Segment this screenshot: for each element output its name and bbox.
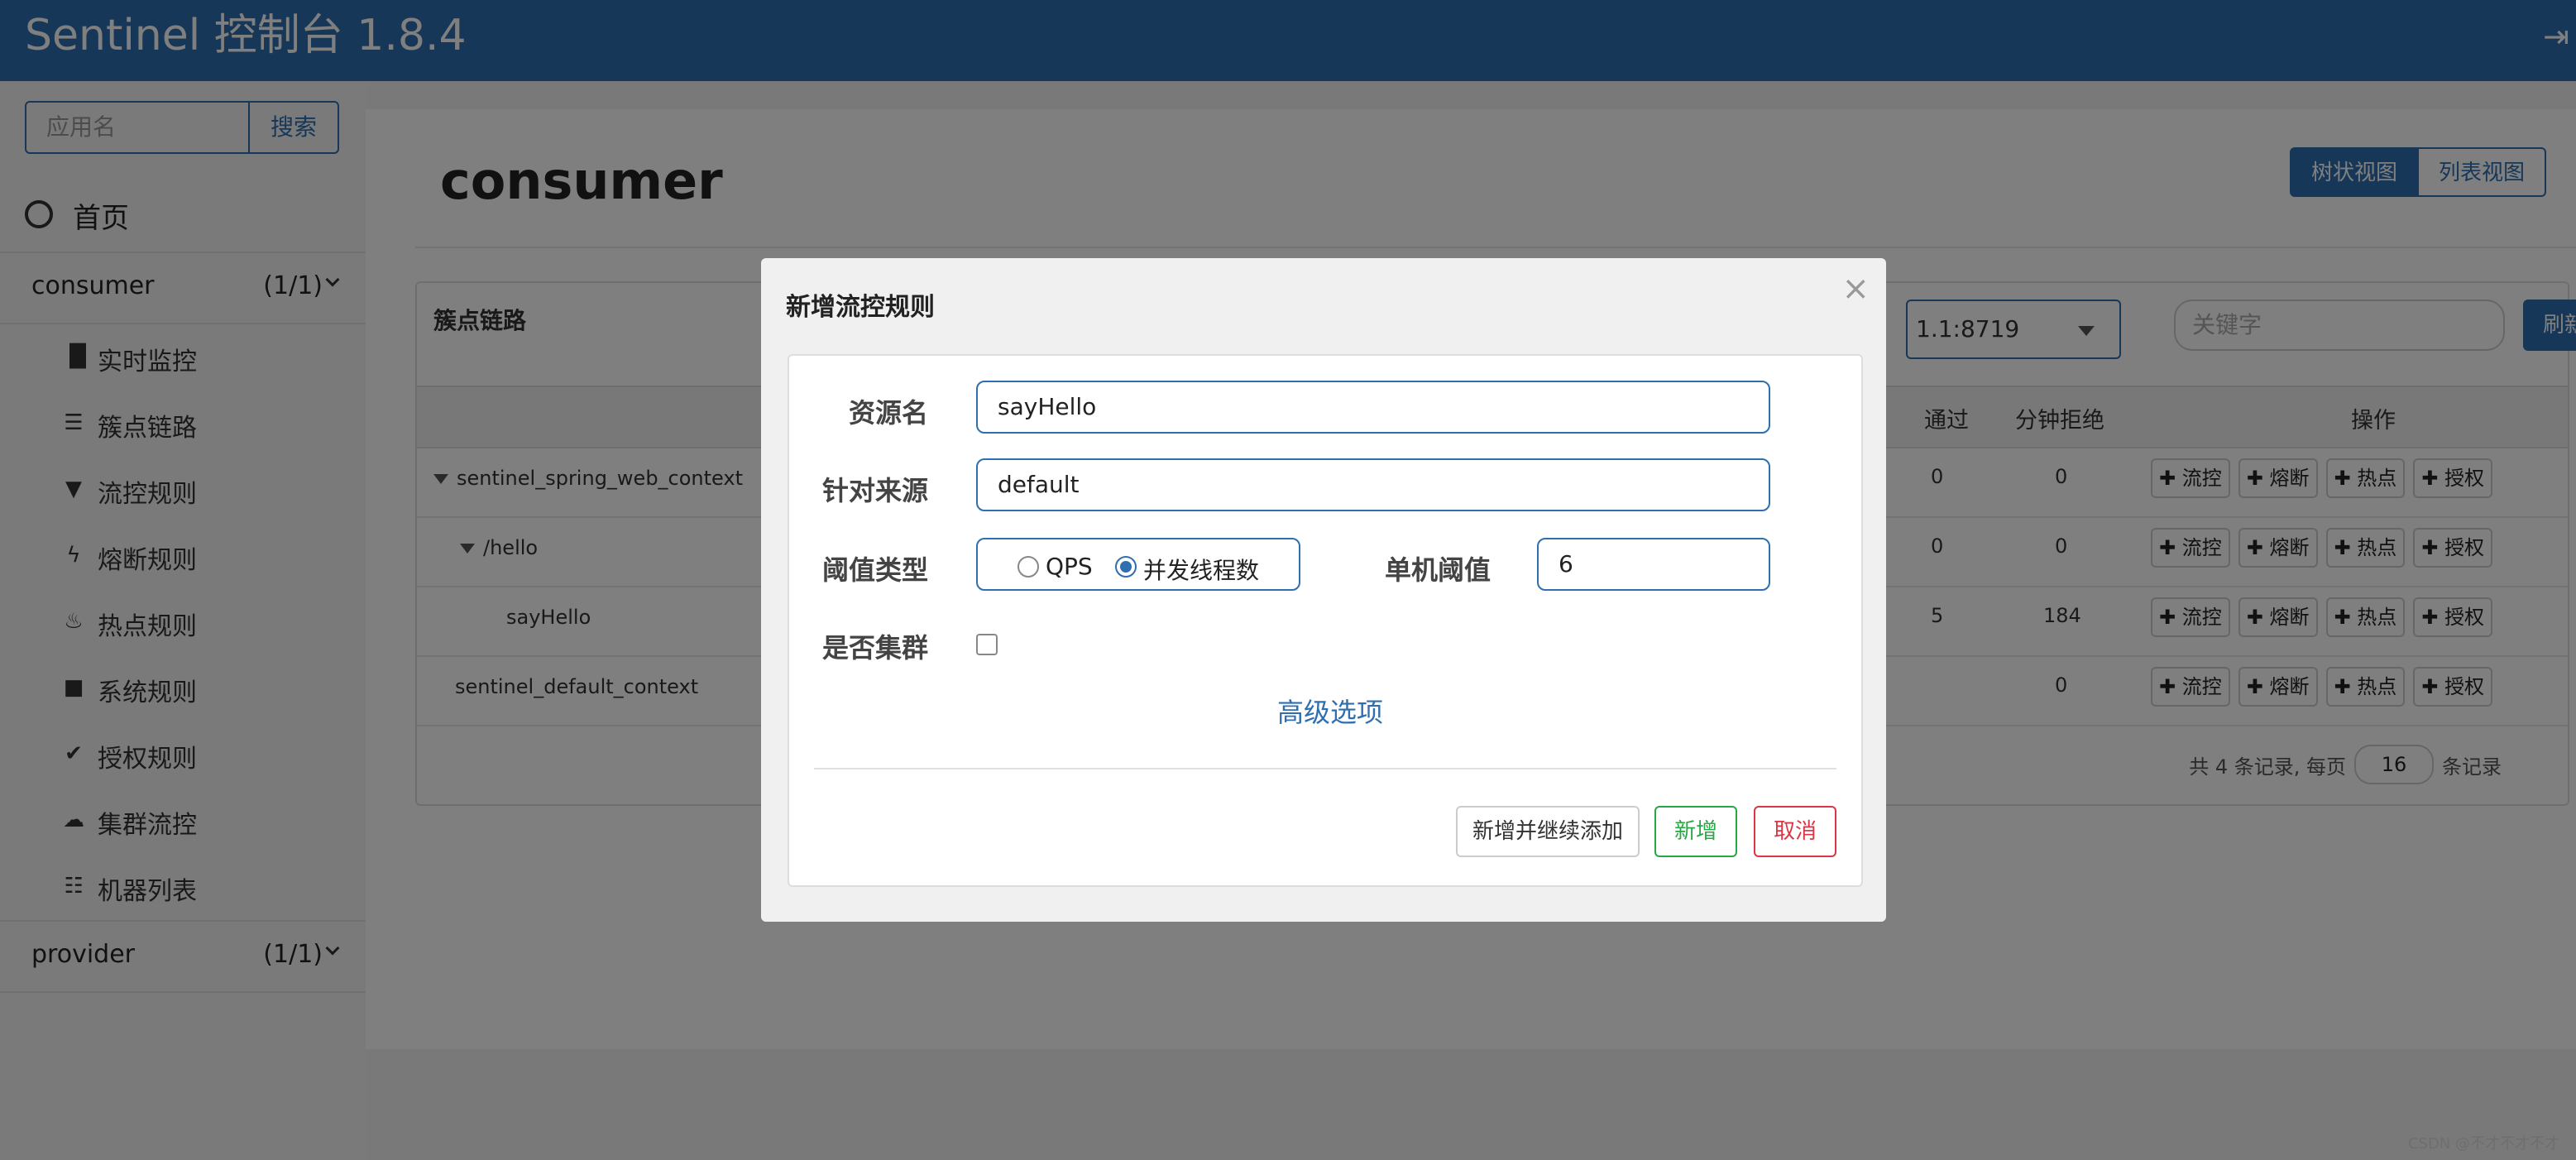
cluster-label: 是否集群 [822, 632, 929, 664]
radio-thread[interactable] [1115, 556, 1137, 578]
threshold-label: 单机阈值 [1385, 554, 1491, 586]
grade-label: 阈值类型 [822, 554, 929, 586]
add-and-continue-button[interactable]: 新增并继续添加 [1456, 806, 1640, 857]
add-button[interactable]: 新增 [1654, 806, 1737, 857]
threshold-input[interactable]: 6 [1537, 538, 1770, 591]
close-icon[interactable]: × [1841, 270, 1870, 308]
resource-input[interactable]: sayHello [976, 381, 1770, 434]
radio-thread-label: 并发线程数 [1143, 557, 1260, 584]
dialog-body: 资源名 sayHello 针对来源 default 阈值类型 QPS 并发线程数… [788, 354, 1863, 887]
radio-qps-label: QPS [1046, 553, 1093, 580]
cancel-button[interactable]: 取消 [1754, 806, 1836, 857]
advanced-options-link[interactable]: 高级选项 [1277, 692, 1383, 730]
add-flow-rule-dialog: 新增流控规则 × 资源名 sayHello 针对来源 default 阈值类型 … [761, 258, 1886, 922]
cluster-checkbox[interactable] [976, 634, 998, 655]
radio-qps[interactable] [1017, 556, 1039, 578]
grade-radio-group: QPS 并发线程数 [976, 538, 1300, 591]
dialog-title: 新增流控规则 [786, 293, 935, 322]
origin-input[interactable]: default [976, 458, 1770, 511]
divider [814, 768, 1836, 769]
resource-label: 资源名 [849, 397, 929, 429]
origin-label: 针对来源 [822, 475, 929, 506]
